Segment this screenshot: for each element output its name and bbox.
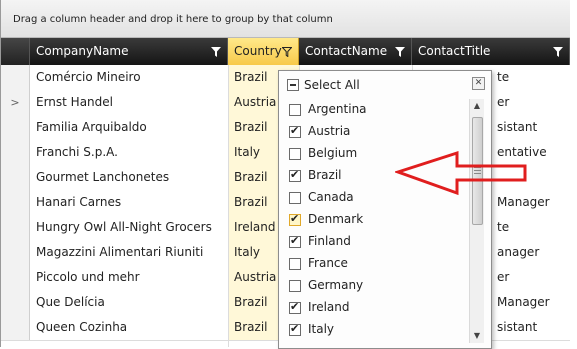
- row-indicator: [1, 65, 30, 90]
- filter-item-checkbox[interactable]: ✔: [289, 300, 301, 314]
- row-indicator: [1, 290, 30, 315]
- close-icon[interactable]: ✕: [472, 77, 485, 90]
- filter-item-checkbox[interactable]: [289, 148, 301, 160]
- contact-title-cell[interactable]: sistant: [491, 315, 570, 340]
- company-cell[interactable]: Familia Arquibaldo: [30, 115, 228, 140]
- scroll-down-arrow-icon[interactable]: ▼: [470, 329, 484, 343]
- funnel-icon[interactable]: [395, 47, 405, 57]
- contact-title-cell[interactable]: er: [491, 90, 570, 115]
- header-company-name-label: CompanyName: [36, 44, 129, 58]
- filter-item-label: Argentina: [308, 102, 367, 116]
- country-filter-popup: Select All ✕ Argentina ✔ Austria Belgium…: [278, 70, 492, 349]
- filter-item-checkbox[interactable]: ✔: [289, 234, 301, 248]
- company-cell[interactable]: Gourmet Lanchonetes: [30, 165, 228, 190]
- filter-item-checkbox[interactable]: [289, 258, 301, 270]
- filter-item-label: France: [308, 256, 348, 270]
- filter-item[interactable]: Argentina: [285, 99, 467, 121]
- filter-item-label: Denmark: [308, 212, 364, 226]
- filter-list-scrollbar[interactable]: ▲ ▼: [469, 99, 484, 343]
- company-cell[interactable]: Ernst Handel: [30, 90, 228, 115]
- filter-item-checkbox[interactable]: ✔: [289, 168, 301, 182]
- row-indicator: [1, 115, 30, 140]
- filter-item[interactable]: ✔ Italy: [285, 319, 467, 341]
- contact-title-cell[interactable]: er: [491, 265, 570, 290]
- group-panel-hint: Drag a column header and drop it here to…: [13, 14, 333, 25]
- filter-item[interactable]: ✔ Ireland: [285, 297, 467, 319]
- company-cell[interactable]: Franchi S.p.A.: [30, 140, 228, 165]
- column-header-row: CompanyName Country ContactName ContactT…: [1, 38, 570, 65]
- filter-item-checkbox[interactable]: ✔: [289, 212, 301, 226]
- filter-item-checkbox[interactable]: ✔: [289, 322, 301, 336]
- row-indicator: [1, 240, 30, 265]
- company-cell[interactable]: Magazzini Alimentari Riuniti: [30, 240, 228, 265]
- filter-item-label: Germany: [308, 278, 364, 292]
- company-cell[interactable]: Piccolo und mehr: [30, 265, 228, 290]
- select-all-checkbox[interactable]: [287, 79, 299, 91]
- check-icon: ✔: [290, 234, 300, 247]
- filter-item[interactable]: ✔ Austria: [285, 121, 467, 143]
- filter-item-label: Finland: [308, 234, 351, 248]
- check-icon: ✔: [290, 300, 300, 313]
- row-indicator: >: [1, 90, 30, 115]
- contact-title-cell[interactable]: te: [491, 215, 570, 240]
- row-indicator: [1, 315, 30, 340]
- contact-title-cell[interactable]: te: [491, 65, 570, 90]
- contact-title-cell[interactable]: sistant: [491, 115, 570, 140]
- header-company-name[interactable]: CompanyName: [30, 38, 228, 65]
- check-icon: ✔: [290, 124, 300, 137]
- funnel-icon[interactable]: [553, 47, 563, 57]
- check-icon: ✔: [290, 212, 300, 225]
- column-divider: [228, 65, 229, 347]
- company-cell[interactable]: Que Delícia: [30, 290, 228, 315]
- company-cell[interactable]: Hanari Carnes: [30, 190, 228, 215]
- filter-item-label: Belgium: [308, 146, 358, 160]
- filter-item-checkbox[interactable]: [289, 280, 301, 292]
- row-indicator: [1, 140, 30, 165]
- header-indicator-cell: [1, 38, 30, 65]
- company-cell[interactable]: Queen Cozinha: [30, 315, 228, 340]
- check-icon: ✔: [290, 168, 300, 181]
- row-indicator: [1, 165, 30, 190]
- header-contact-title-label: ContactTitle: [418, 44, 491, 58]
- header-contact-name-label: ContactName: [305, 44, 388, 58]
- select-all-label[interactable]: Select All: [304, 78, 360, 92]
- row-indicator: [1, 265, 30, 290]
- row-indicator: [1, 215, 30, 240]
- group-panel[interactable]: Drag a column header and drop it here to…: [1, 0, 570, 38]
- red-arrow-icon: [395, 150, 527, 196]
- filter-item[interactable]: ✔ Denmark: [285, 209, 467, 231]
- filter-item[interactable]: ✔ Finland: [285, 231, 467, 253]
- filter-item-checkbox[interactable]: [289, 104, 301, 116]
- header-contact-name[interactable]: ContactName: [299, 38, 412, 65]
- filter-item-checkbox[interactable]: ✔: [289, 124, 301, 138]
- company-cell[interactable]: Hungry Owl All-Night Grocers: [30, 215, 228, 240]
- header-contact-title[interactable]: ContactTitle: [412, 38, 570, 65]
- filter-item[interactable]: Germany: [285, 275, 467, 297]
- company-cell[interactable]: Comércio Mineiro: [30, 65, 228, 90]
- contact-title-cell[interactable]: Manager: [491, 290, 570, 315]
- row-indicator: [1, 190, 30, 215]
- filter-item-label: Canada: [308, 190, 354, 204]
- filter-item-label: Ireland: [308, 300, 350, 314]
- filter-item[interactable]: France: [285, 253, 467, 275]
- funnel-icon[interactable]: [282, 47, 292, 57]
- filter-popup-header: Select All ✕: [279, 71, 491, 99]
- check-icon: ✔: [290, 322, 300, 335]
- funnel-icon[interactable]: [211, 47, 221, 57]
- filter-item-label: Austria: [308, 124, 351, 138]
- filter-item-label: Italy: [308, 322, 335, 336]
- header-country-label: Country: [234, 44, 282, 58]
- scroll-up-arrow-icon[interactable]: ▲: [470, 99, 484, 113]
- contact-title-cell[interactable]: anager: [491, 240, 570, 265]
- filter-item-checkbox[interactable]: [289, 192, 301, 204]
- filter-item-label: Brazil: [308, 168, 342, 182]
- header-country[interactable]: Country: [228, 38, 299, 65]
